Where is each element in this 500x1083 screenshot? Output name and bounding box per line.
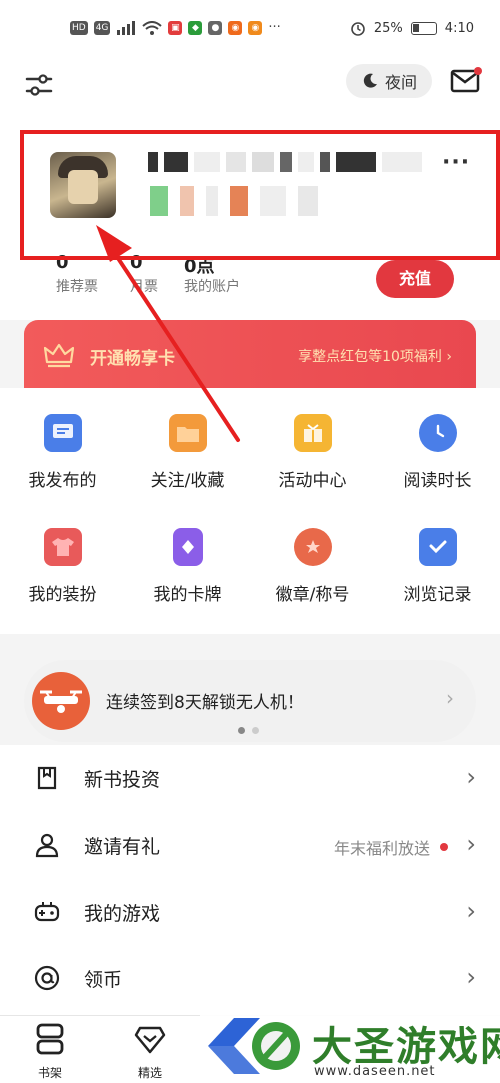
red-dot-badge: [440, 843, 448, 851]
message-icon: [43, 414, 82, 452]
signal-icon: [117, 20, 136, 35]
tshirt-icon: [43, 528, 82, 566]
vip-banner[interactable]: 开通畅享卡 享整点红包等10项福利 ›: [24, 320, 476, 390]
grid-item-follow-favorites[interactable]: 关注/收藏: [125, 414, 250, 491]
stat-label: 推荐票: [56, 279, 98, 295]
list-item-new-book-investment[interactable]: 新书投资 ›: [0, 745, 500, 811]
carousel-dot: [252, 727, 259, 734]
grid-item-my-cards[interactable]: 我的卡牌: [125, 528, 250, 605]
gift-icon: [293, 414, 332, 452]
battery-icon: [410, 21, 437, 35]
stat-label: 我的账户: [184, 279, 240, 295]
site-watermark: 大圣游戏网 www.daseen.net: [200, 1010, 500, 1083]
list-item-promo: 年末福利放送: [333, 839, 430, 858]
grid-item-label: 徽章/称号: [275, 585, 350, 605]
list-item-label: 新书投资: [84, 769, 161, 791]
grid-item-my-outfit[interactable]: 我的装扮: [0, 528, 125, 605]
clock-icon: [418, 414, 457, 452]
list-item-label: 邀请有礼: [84, 836, 161, 858]
app-notification-icon: ◉: [228, 20, 243, 35]
clock-time: 4:10: [444, 20, 474, 36]
vip-benefit-text: 享整点红包等10项福利: [298, 349, 442, 365]
app-notification-icon: ▣: [168, 20, 183, 35]
list-item-invite-rewards[interactable]: 邀请有礼 年末福利放送 ›: [0, 812, 500, 878]
grid-item-label: 浏览记录: [403, 585, 472, 605]
chevron-right-icon: ›: [466, 763, 476, 791]
gamepad-icon: [34, 902, 60, 922]
grid-item-browse-history[interactable]: 浏览记录: [375, 528, 500, 605]
profile-card[interactable]: ··· 0 推荐票 0 月票 0点 我的账户 充值: [0, 120, 500, 320]
grid-item-label: 我发布的: [28, 471, 97, 491]
grid-item-my-posts[interactable]: 我发布的: [0, 414, 125, 491]
list-item-my-games[interactable]: 我的游戏 ›: [0, 879, 500, 945]
watermark-logo: [208, 1018, 300, 1074]
sign-in-text: 连续签到8天解锁无人机！: [106, 693, 304, 713]
tab-label: 精选: [137, 1066, 162, 1080]
grid-item-reading-time[interactable]: 阅读时长: [375, 414, 500, 491]
watermark-url: www.daseen.net: [314, 1064, 436, 1079]
grid-item-label: 我的装扮: [28, 585, 97, 605]
mail-icon[interactable]: [450, 66, 482, 94]
menu-list: 新书投资 › 邀请有礼 年末福利放送 › 我的游戏 › 领币 ›: [0, 745, 500, 1015]
status-right: 25% 4:10: [350, 20, 474, 36]
list-item-label: 我的游戏: [84, 903, 161, 925]
app-notification-icon: ◉: [248, 20, 263, 35]
carousel-dot-active: [238, 727, 245, 734]
grid-item-label: 活动中心: [278, 471, 347, 491]
diamond-icon: [134, 1026, 166, 1054]
grid-item-badges-titles[interactable]: 徽章/称号: [250, 528, 375, 605]
hd-badge: HD: [70, 20, 88, 35]
vip-benefit: 享整点红包等10项福利 ›: [298, 346, 452, 366]
tab-featured[interactable]: 精选: [120, 1022, 180, 1081]
chevron-right-icon: ›: [446, 686, 454, 710]
medal-icon: [293, 528, 332, 566]
night-mode-label: 夜间: [384, 73, 417, 92]
chevron-right-icon: ›: [466, 830, 476, 858]
qq-notification-icon: ●: [208, 20, 223, 35]
vip-title: 开通畅享卡: [90, 349, 175, 369]
chevron-right-icon: ›: [466, 897, 476, 925]
folder-icon: [168, 414, 207, 452]
annotation-highlight-box: [20, 130, 500, 260]
night-mode-button[interactable]: 夜间: [346, 64, 432, 98]
grid-item-activity-center[interactable]: 活动中心: [250, 414, 375, 491]
status-left: HD 4G ▣ ◆ ● ◉ ◉ ···: [70, 20, 281, 35]
list-item-get-coins[interactable]: 领币 ›: [0, 945, 500, 1011]
top-header: 夜间: [0, 58, 500, 120]
at-coin-icon: [34, 965, 60, 991]
bookmark-icon: [37, 766, 57, 790]
tab-bookshelf[interactable]: 书架: [20, 1022, 80, 1081]
more-notifications-icon: ···: [268, 20, 281, 35]
feature-grid: 我发布的 关注/收藏 活动中心 阅读时长 我的装扮 我的卡牌 徽章/称号 浏览记…: [0, 388, 500, 634]
status-bar: HD 4G ▣ ◆ ● ◉ ◉ ··· 25% 4:10: [0, 0, 500, 58]
tab-label: 书架: [37, 1066, 62, 1080]
drone-icon: [32, 672, 90, 730]
bookshelf-icon: [36, 1023, 64, 1055]
carousel-dots: [238, 727, 259, 734]
app-notification-icon: ◆: [188, 20, 203, 35]
grid-item-label: 阅读时长: [403, 471, 472, 491]
recharge-button[interactable]: 充值: [376, 260, 454, 298]
list-item-label: 领币: [84, 969, 123, 991]
settings-sliders-icon[interactable]: [24, 70, 54, 100]
grid-item-label: 关注/收藏: [150, 471, 225, 491]
chevron-right-icon: ›: [466, 963, 476, 991]
alarm-icon: [351, 22, 365, 36]
chevron-right-icon: ›: [446, 349, 452, 365]
user-icon: [35, 833, 59, 858]
grid-item-label: 我的卡牌: [153, 585, 222, 605]
battery-percent: 25%: [373, 20, 403, 36]
stat-label: 月票: [130, 279, 158, 295]
crown-icon: [44, 343, 74, 368]
shield-check-icon: [418, 528, 457, 566]
network-badge: 4G: [93, 20, 111, 35]
wifi-icon: [142, 20, 163, 35]
card-icon: [172, 528, 203, 566]
moon-icon: [363, 73, 377, 88]
